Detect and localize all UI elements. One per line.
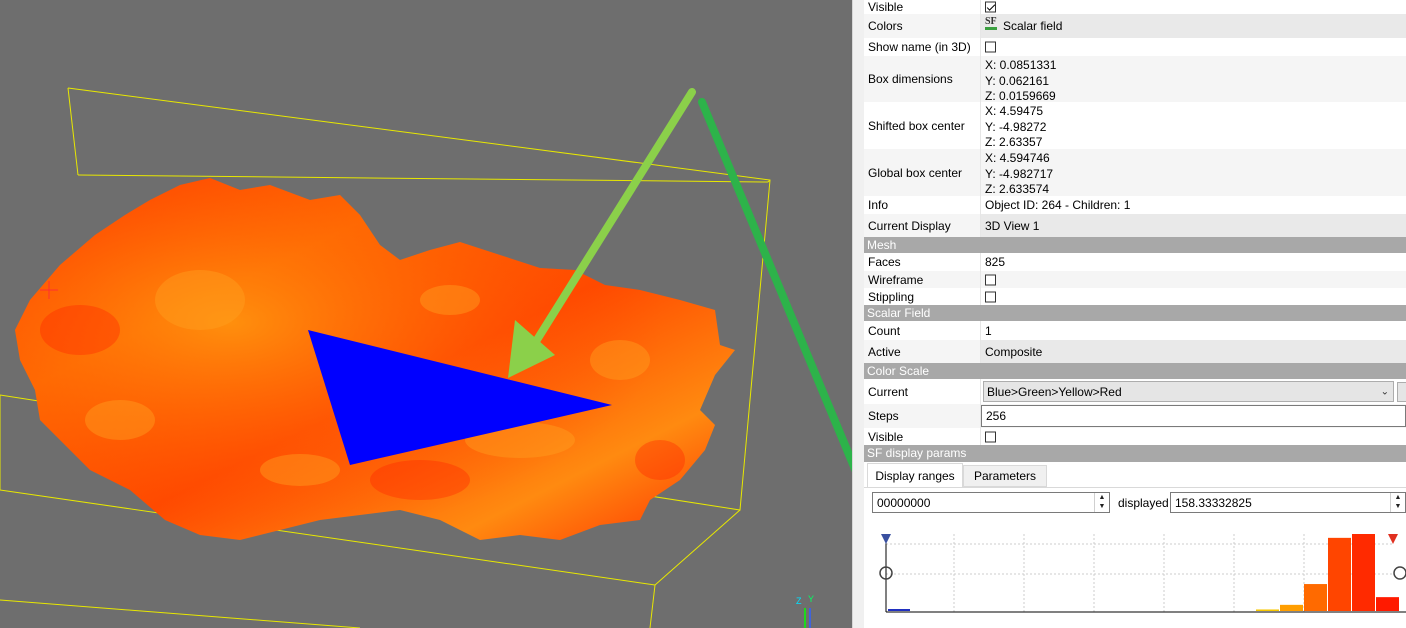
show-name-checkbox[interactable] <box>985 41 996 53</box>
panel-splitter[interactable] <box>852 0 864 628</box>
steps-spinbox[interactable]: 256 <box>981 405 1406 427</box>
spin-arrows-icon[interactable]: ▲ ▼ <box>1094 493 1109 512</box>
sf-display-tabs: Display ranges Parameters <box>864 463 1406 487</box>
scale-visible-checkbox[interactable] <box>985 431 996 442</box>
prop-label: Current <box>868 384 909 399</box>
display-min-spinbox[interactable]: 00000000 ▲ ▼ <box>872 492 1110 513</box>
spin-arrows-icon[interactable]: ▲ ▼ <box>1390 493 1405 512</box>
display-max-spinbox[interactable]: 158.33332825 ▲ ▼ <box>1170 492 1406 513</box>
section-scalar-field-label: Scalar Field <box>867 306 931 320</box>
current-display-select[interactable]: 3D View 1 <box>981 214 1406 237</box>
active-sf-value: Composite <box>985 344 1043 359</box>
histogram-bar <box>1376 597 1399 611</box>
tab-parameters[interactable]: Parameters <box>963 465 1047 487</box>
prop-label: Colors <box>868 19 903 33</box>
histogram-bar <box>1256 609 1279 611</box>
histogram[interactable] <box>864 516 1406 628</box>
prop-label: Info <box>868 198 889 212</box>
count-value: 1 <box>985 323 992 338</box>
prop-label: Steps <box>868 409 899 423</box>
histogram-bar <box>1352 534 1375 611</box>
display-min-value: 00000000 <box>877 495 931 510</box>
prop-stippling-row: Stippling <box>864 288 1406 305</box>
prop-colors-row: Colors SF Scalar field <box>864 14 1406 38</box>
prop-scale-visible-row: Visible <box>864 428 1406 445</box>
prop-visible-row: Visible <box>864 0 1406 14</box>
active-sf-select[interactable]: Composite <box>981 340 1406 363</box>
scalar-field-icon: SF <box>985 17 997 30</box>
prop-label: Global box center <box>868 165 963 180</box>
histogram-bars <box>1256 534 1399 611</box>
histogram-bar <box>1304 584 1327 611</box>
color-scale-manager-button[interactable] <box>1397 382 1406 402</box>
prop-box-dimensions-row: Box dimensions X: 0.0851331 Y: 0.062161 … <box>864 56 1406 103</box>
box-dim-x: X: 0.0851331 <box>985 58 1057 72</box>
current-display-value: 3D View 1 <box>985 218 1040 233</box>
prop-count-row: Count 1 <box>864 321 1406 340</box>
prop-current-scale-row: Current Blue>Green>Yellow>Red ⌄ <box>864 379 1406 404</box>
tab-parameters-label: Parameters <box>973 469 1037 483</box>
tab-display-ranges[interactable]: Display ranges <box>867 463 963 487</box>
histogram-low-bar <box>888 609 910 611</box>
prop-global-center-row: Global box center X: 4.594746 Y: -4.9827… <box>864 149 1406 196</box>
colors-value: Scalar field <box>1003 19 1063 33</box>
prop-label: Box dimensions <box>868 72 953 86</box>
prop-steps-row: Steps 256 <box>864 404 1406 428</box>
section-mesh-label: Mesh <box>867 238 897 252</box>
chevron-down-icon: ⌄ <box>1380 386 1389 397</box>
dark-green-arrow <box>698 98 852 473</box>
3d-scene <box>0 87 852 628</box>
axis-z-label: Z <box>796 596 802 606</box>
prop-current-display-row: Current Display 3D View 1 <box>864 214 1406 237</box>
display-max-value: 158.33332825 <box>1175 495 1252 510</box>
global-center-y: Y: -4.982717 <box>985 166 1054 181</box>
prop-label: Stippling <box>868 289 915 304</box>
section-scalar-field: Scalar Field <box>864 305 1406 321</box>
prop-label: Shifted box center <box>868 118 965 133</box>
prop-label: Count <box>868 323 901 338</box>
histogram-svg <box>879 534 1406 613</box>
prop-label: Show name (in 3D) <box>868 40 971 54</box>
section-color-scale-label: Color Scale <box>867 364 930 378</box>
global-center-x: X: 4.594746 <box>985 151 1050 165</box>
axis-glyph-icon <box>804 608 811 628</box>
shifted-center-x: X: 4.59475 <box>985 104 1044 118</box>
prop-label: Current Display <box>868 218 951 233</box>
prop-wireframe-row: Wireframe <box>864 271 1406 288</box>
prop-info-row: Info Object ID: 264 - Children: 1 <box>864 196 1406 214</box>
section-sf-display-label: SF display params <box>867 446 967 460</box>
stippling-checkbox[interactable] <box>985 291 996 302</box>
prop-label: Wireframe <box>868 272 924 287</box>
steps-value: 256 <box>986 409 1007 423</box>
displayed-label: displayed <box>1118 496 1169 510</box>
range-marker-right-icon <box>1388 534 1406 580</box>
prop-label: Faces <box>868 255 901 269</box>
section-mesh: Mesh <box>864 237 1406 253</box>
axis-y-label: Y <box>808 594 815 604</box>
histogram-bar <box>1328 537 1351 611</box>
histogram-bar <box>1280 604 1303 611</box>
prop-active-row: Active Composite <box>864 340 1406 363</box>
shifted-center-y: Y: -4.98272 <box>985 119 1047 134</box>
visible-checkbox[interactable] <box>985 1 996 13</box>
prop-label: Visible <box>868 0 904 14</box>
prop-faces-row: Faces 825 <box>864 253 1406 271</box>
wireframe-checkbox[interactable] <box>985 274 996 285</box>
section-color-scale: Color Scale <box>864 363 1406 379</box>
prop-label: Visible <box>868 429 904 444</box>
tab-display-ranges-label: Display ranges <box>875 468 955 483</box>
color-scale-value: Blue>Green>Yellow>Red <box>987 384 1122 399</box>
color-scale-dropdown[interactable]: Blue>Green>Yellow>Red ⌄ <box>983 381 1394 402</box>
colors-select[interactable]: SF Scalar field <box>981 14 1406 38</box>
box-dim-y: Y: 0.062161 <box>985 73 1050 88</box>
section-sf-display: SF display params <box>864 445 1406 462</box>
3d-viewport[interactable]: Z Y <box>0 0 852 628</box>
prop-shifted-center-row: Shifted box center X: 4.59475 Y: -4.9827… <box>864 102 1406 149</box>
info-value: Object ID: 264 - Children: 1 <box>985 198 1131 212</box>
properties-panel: Visible Colors SF Scalar field Show name… <box>864 0 1406 628</box>
prop-label: Active <box>868 344 901 359</box>
prop-show-name-row: Show name (in 3D) <box>864 38 1406 56</box>
faces-value: 825 <box>985 255 1006 269</box>
